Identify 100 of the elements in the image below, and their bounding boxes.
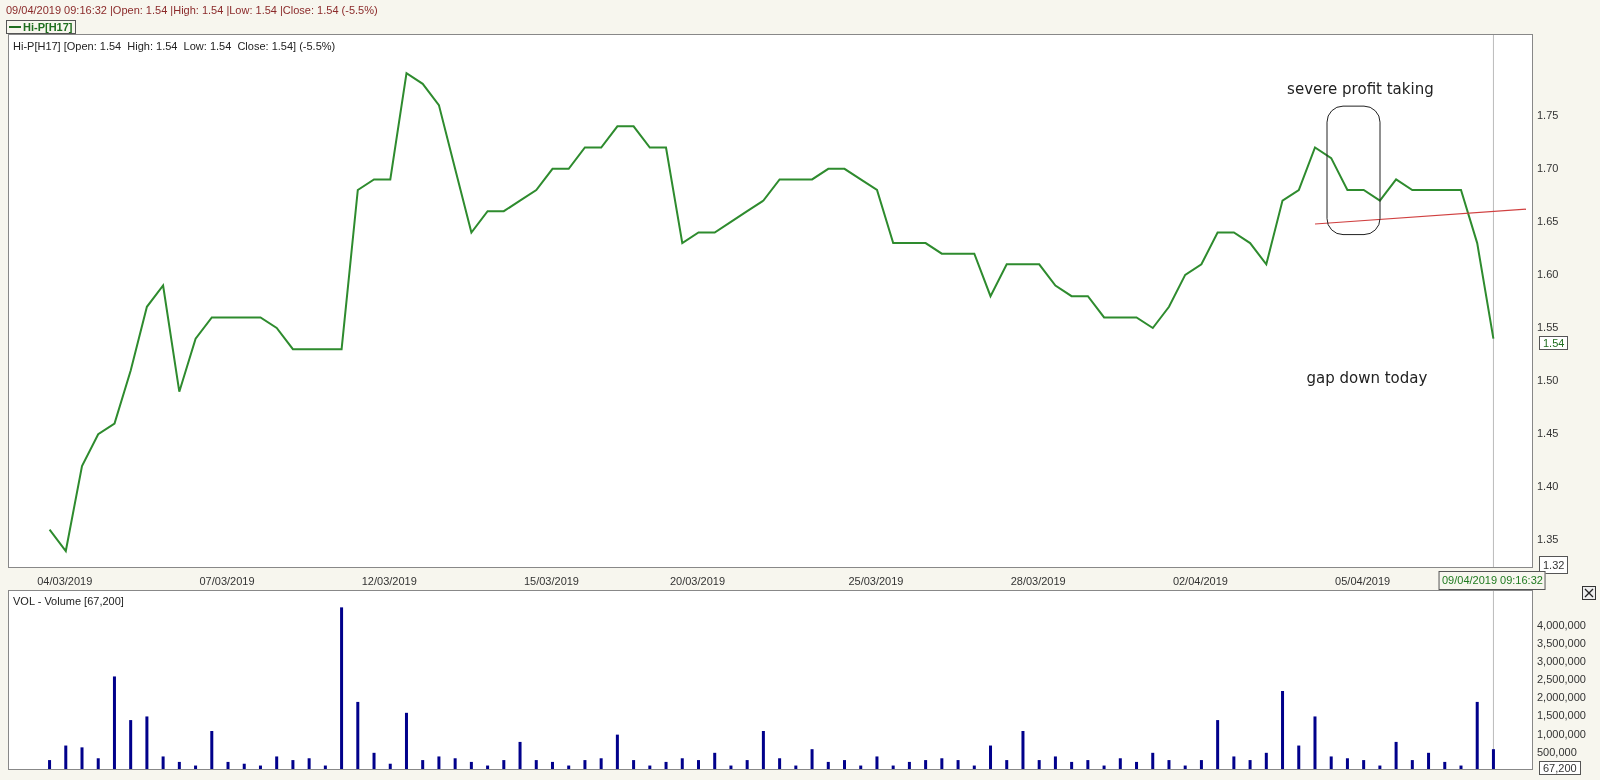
volume-bar xyxy=(924,760,928,769)
axis-min-label: 1.32 xyxy=(1539,555,1569,574)
date-axis-label: 04/03/2019 xyxy=(37,574,93,589)
date-axis-label: 02/04/2019 xyxy=(1172,574,1228,589)
volume-axis-label: 2,500,000 xyxy=(1537,673,1586,686)
volume-bar xyxy=(1248,760,1252,769)
volume-bar xyxy=(1053,756,1057,769)
volume-bar xyxy=(80,747,84,769)
volume-bar xyxy=(1427,752,1431,769)
volume-bar xyxy=(421,760,425,769)
price-axis-label: 1.50 xyxy=(1537,374,1559,387)
volume-bar xyxy=(989,745,992,769)
volume-bar xyxy=(1118,758,1122,769)
volume-bar xyxy=(372,752,376,769)
volume-bar xyxy=(1264,752,1268,769)
volume-bar xyxy=(1021,731,1025,769)
volume-bar xyxy=(956,760,960,769)
volume-bar xyxy=(843,760,846,769)
volume-bar xyxy=(940,758,944,769)
volume-bar xyxy=(1345,758,1349,769)
volume-bar xyxy=(1037,760,1041,769)
volume-bar xyxy=(48,760,52,769)
date-axis-label: 20/03/2019 xyxy=(669,574,725,589)
volume-axis-label: 3,000,000 xyxy=(1537,654,1586,667)
chart-title: Hi-P[H17] [Open: 1.54 High: 1.54 Low: 1.54 Close: 1.54] (-5.5%) xyxy=(13,39,336,54)
close-button[interactable] xyxy=(1582,586,1596,600)
volume-axis-label: 1,500,000 xyxy=(1537,709,1586,722)
volume-axis-label: 500,000 xyxy=(1537,745,1577,758)
volume-bar xyxy=(680,758,684,769)
volume-bar xyxy=(664,761,668,769)
volume-bar xyxy=(1183,765,1187,769)
last-volume-label: 67,200 xyxy=(1539,761,1581,775)
volume-bar xyxy=(453,758,457,769)
volume-bar xyxy=(437,756,441,769)
volume-bar xyxy=(64,745,68,769)
volume-bar xyxy=(518,741,522,769)
volume-bar xyxy=(907,761,911,769)
cursor-time-label: 09/04/2019 09:16:32 xyxy=(1438,571,1546,590)
volume-bar xyxy=(972,765,976,769)
volume-axis-label: 3,500,000 xyxy=(1537,636,1586,649)
volume-bar xyxy=(291,760,295,769)
volume-bar xyxy=(567,765,571,769)
volume-bar xyxy=(1491,749,1495,769)
volume-bar xyxy=(1362,760,1366,769)
volume-bar xyxy=(194,765,198,769)
volume-bar xyxy=(648,765,652,769)
volume-bar xyxy=(615,734,619,769)
volume-bar xyxy=(1070,761,1074,769)
volume-bar xyxy=(1167,760,1171,769)
volume-bar xyxy=(1475,701,1479,769)
volume-bar xyxy=(1135,761,1139,769)
volume-bar xyxy=(210,731,214,769)
date-axis-label: 05/04/2019 xyxy=(1335,574,1391,589)
volume-bar xyxy=(1329,756,1333,769)
annotation-text: gap down today xyxy=(1306,367,1428,389)
legend-item[interactable]: Hi-P[H17] xyxy=(6,20,76,34)
date-axis-label: 25/03/2019 xyxy=(848,574,904,589)
price-axis-label: 1.60 xyxy=(1537,267,1559,280)
volume-bar xyxy=(745,760,749,769)
volume-bar xyxy=(1216,720,1220,769)
volume-bar xyxy=(891,765,895,769)
volume-bar xyxy=(486,765,490,769)
volume-bar xyxy=(502,760,506,769)
volume-bar xyxy=(226,761,230,769)
volume-bar xyxy=(632,760,636,769)
line-icon xyxy=(9,25,21,29)
volume-bar xyxy=(1394,741,1398,769)
date-axis-label: 15/03/2019 xyxy=(523,574,579,589)
volume-bar xyxy=(469,761,473,769)
volume-bar xyxy=(1199,760,1203,769)
volume-bar xyxy=(778,758,782,769)
price-axis-label: 1.70 xyxy=(1537,161,1559,174)
volume-bar xyxy=(145,716,149,769)
volume-bar xyxy=(1232,756,1236,769)
price-axis-label: 1.65 xyxy=(1537,214,1559,227)
close-icon xyxy=(1584,588,1594,598)
volume-bar xyxy=(1378,765,1382,769)
volume-bar xyxy=(96,758,100,769)
volume-axis-label: 1,000,000 xyxy=(1537,727,1586,740)
volume-bar xyxy=(1443,761,1447,769)
volume-bar xyxy=(729,765,733,769)
annotation-text: severe profit taking xyxy=(1287,78,1434,100)
volume-bar xyxy=(583,760,587,769)
volume-bar xyxy=(258,765,262,769)
volume-bar xyxy=(534,760,538,769)
volume-bar xyxy=(697,760,700,769)
volume-bar xyxy=(810,749,814,769)
volume-bar xyxy=(599,758,603,769)
quote-line: 09/04/2019 09:16:32 |Open: 1.54 |High: 1.54 |Low: 1.54 |Close: 1.54 (-5.5%) xyxy=(6,2,378,18)
volume-axis-label: 2,000,000 xyxy=(1537,691,1586,704)
volume-bar xyxy=(859,765,863,769)
volume-bar xyxy=(551,761,554,769)
volume-bar xyxy=(1151,752,1155,769)
price-axis-label: 1.40 xyxy=(1537,480,1559,493)
volume-bar xyxy=(1102,765,1106,769)
volume-bar xyxy=(404,712,408,769)
volume-bar xyxy=(275,756,279,769)
volume-bar xyxy=(1297,745,1301,769)
volume-bar xyxy=(388,763,392,769)
volume-bar xyxy=(177,761,181,769)
